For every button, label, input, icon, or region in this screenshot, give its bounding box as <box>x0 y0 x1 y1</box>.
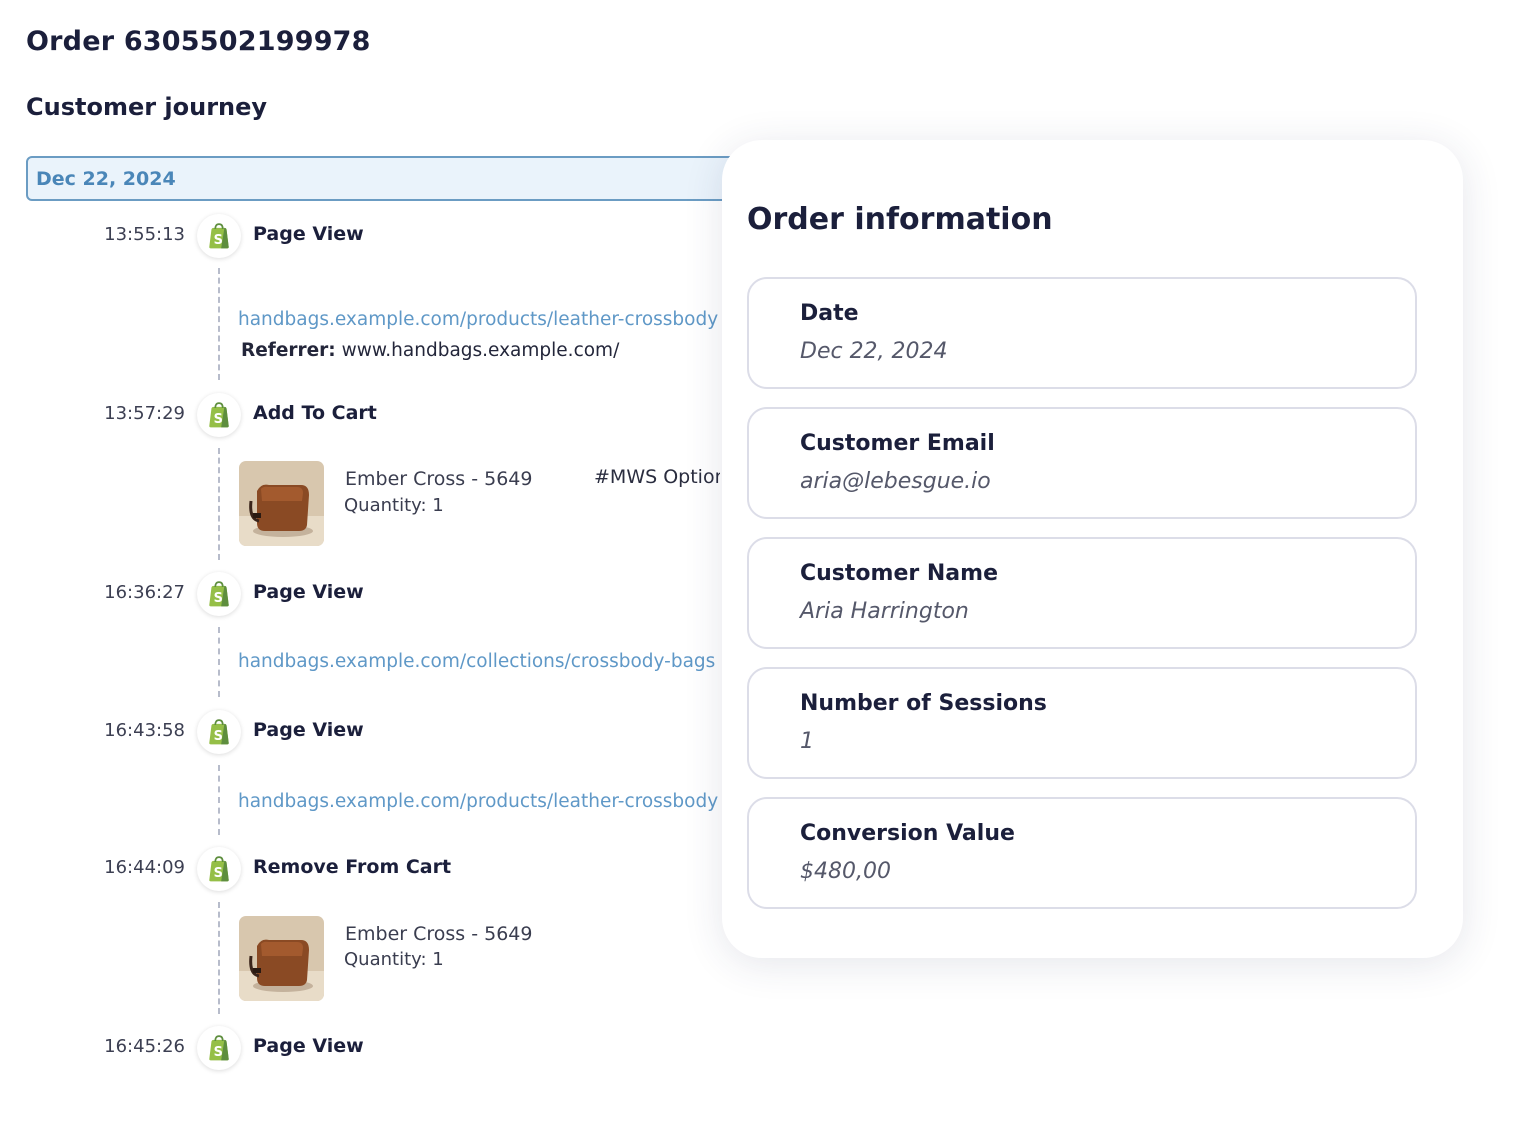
customer-journey-heading: Customer journey <box>26 93 268 121</box>
conversion-value-field: Conversion Value $480,00 <box>747 797 1417 909</box>
page-view-url-link[interactable]: handbags.example.com/products/leather-cr… <box>238 791 720 812</box>
event-type: Page View <box>253 719 364 741</box>
referrer-url: www.handbags.example.com/ <box>341 340 620 361</box>
timeline-event[interactable]: 13:57:29 Add To Cart <box>0 391 720 439</box>
field-label: Customer Name <box>800 561 998 586</box>
number-of-sessions-field: Number of Sessions 1 <box>747 667 1417 779</box>
product-variant: #MWS Option <box>594 466 720 488</box>
timeline-connector <box>218 268 220 380</box>
shopify-bag-icon <box>197 710 241 754</box>
product-thumbnail <box>239 916 324 1001</box>
shopify-bag-icon <box>197 572 241 616</box>
order-date-field: Date Dec 22, 2024 <box>747 277 1417 389</box>
shopify-bag-icon <box>197 393 241 437</box>
timeline-connector <box>218 627 220 697</box>
field-label: Date <box>800 301 859 326</box>
product-name: Ember Cross - 5649 <box>345 923 533 945</box>
event-time: 16:45:26 <box>104 1036 185 1057</box>
event-time: 16:43:58 <box>104 720 185 741</box>
product-thumbnail <box>239 461 324 546</box>
customer-email-field: Customer Email aria@lebesgue.io <box>747 407 1417 519</box>
page-view-url-link[interactable]: handbags.example.com/products/leather-cr… <box>238 309 720 330</box>
product-name: Ember Cross - 5649 <box>345 468 533 490</box>
timeline-connector <box>218 902 220 1014</box>
field-label: Customer Email <box>800 431 995 456</box>
shopify-bag-icon <box>197 847 241 891</box>
event-time: 13:55:13 <box>104 224 185 245</box>
product-quantity: Quantity: 1 <box>344 949 444 970</box>
timeline-event[interactable]: 16:44:09 Remove From Cart <box>0 845 720 893</box>
journey-date: Dec 22, 2024 <box>36 168 176 190</box>
event-type: Add To Cart <box>253 402 377 424</box>
timeline-connector <box>218 765 220 835</box>
referrer-label: Referrer: <box>241 340 336 361</box>
journey-date-header[interactable]: Dec 22, 2024 <box>26 156 746 201</box>
timeline-event[interactable]: 16:36:27 Page View <box>0 570 720 618</box>
timeline-connector <box>218 448 220 560</box>
shopify-bag-icon <box>197 1026 241 1070</box>
field-value: Dec 22, 2024 <box>800 339 948 364</box>
product-quantity: Quantity: 1 <box>344 495 444 516</box>
event-time: 16:36:27 <box>104 582 185 603</box>
order-information-card: Order information Date Dec 22, 2024 Cust… <box>722 140 1463 958</box>
timeline-event[interactable]: 16:43:58 Page View <box>0 708 720 756</box>
shopify-bag-icon <box>197 214 241 258</box>
order-information-heading: Order information <box>747 202 1053 237</box>
event-type: Remove From Cart <box>253 856 452 878</box>
event-type: Page View <box>253 581 364 603</box>
order-title: Order 6305502199978 <box>26 26 371 57</box>
referrer-line: Referrer: www.handbags.example.com/ <box>241 340 720 361</box>
timeline-event[interactable]: 16:45:26 Page View <box>0 1024 720 1072</box>
field-value: Aria Harrington <box>800 599 969 624</box>
event-time: 16:44:09 <box>104 857 185 878</box>
field-label: Conversion Value <box>800 821 1015 846</box>
field-value: 1 <box>800 729 814 754</box>
customer-journey-page: Order 6305502199978 Customer journey Dec… <box>0 0 1536 1121</box>
event-time: 13:57:29 <box>104 403 185 424</box>
event-type: Page View <box>253 1035 364 1057</box>
event-type: Page View <box>253 223 364 245</box>
customer-name-field: Customer Name Aria Harrington <box>747 537 1417 649</box>
field-value: aria@lebesgue.io <box>800 469 991 494</box>
page-view-url-link[interactable]: handbags.example.com/collections/crossbo… <box>238 651 720 672</box>
timeline-event[interactable]: 13:55:13 Page View <box>0 212 720 260</box>
field-value: $480,00 <box>800 859 891 884</box>
field-label: Number of Sessions <box>800 691 1047 716</box>
